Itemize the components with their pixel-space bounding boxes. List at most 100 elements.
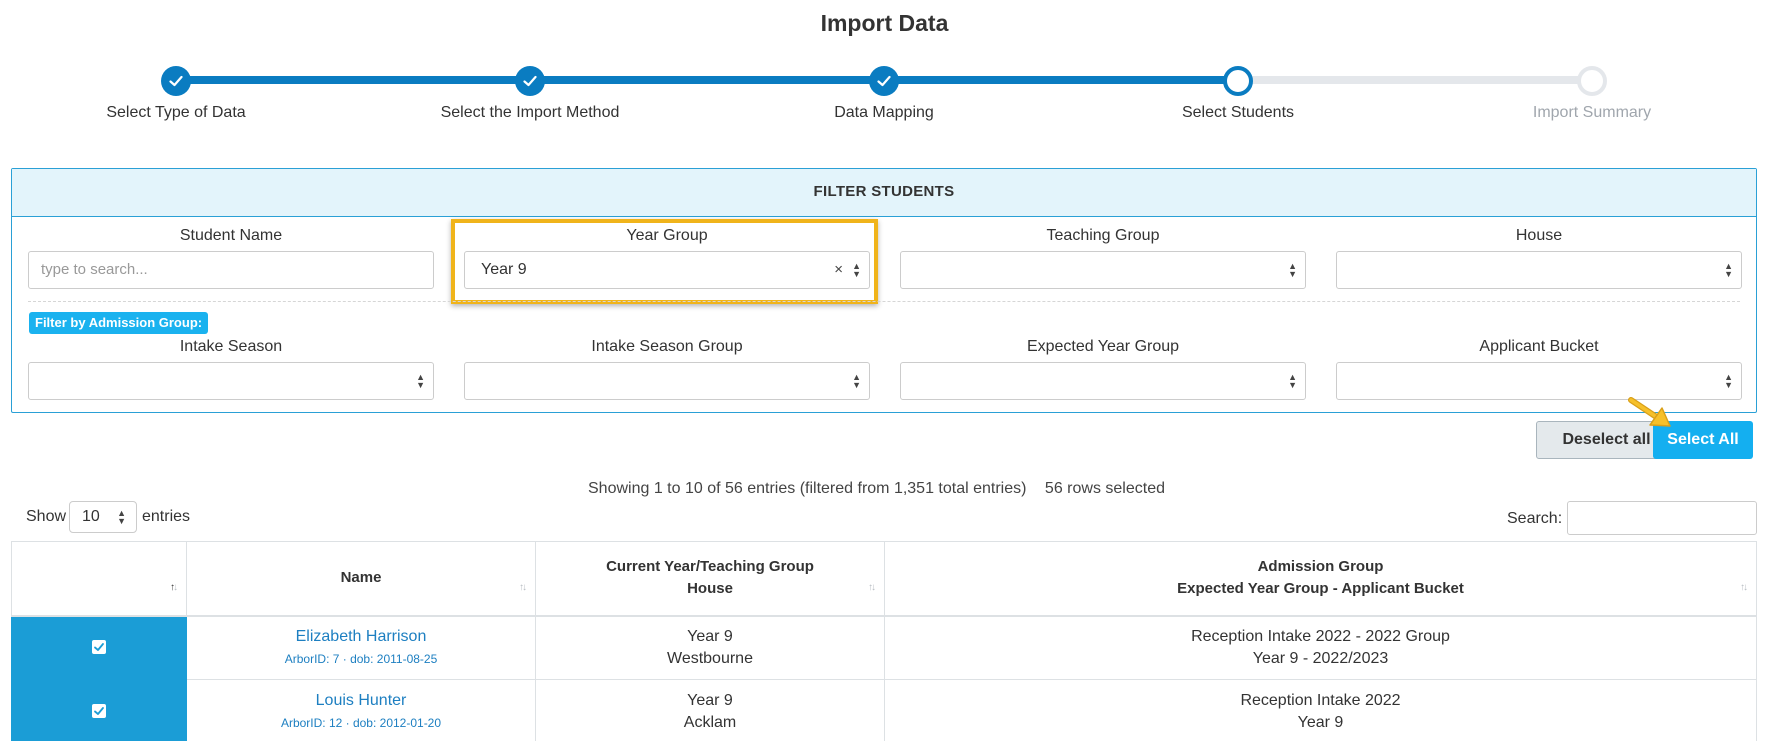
- sort-updown-icon: ▲ ▼: [416, 372, 425, 390]
- column-title: Name: [340, 569, 382, 587]
- entries-label: entries: [142, 508, 191, 525]
- filter-label: Year Group: [626, 227, 708, 244]
- year-group-value: Year 9: [687, 691, 733, 709]
- intake-season-filter: Intake Season ▲ ▼: [28, 338, 434, 400]
- sort-updown-icon: ▲ ▼: [852, 372, 861, 390]
- column-subtitle: Expected Year Group - Applicant Bucket: [1177, 580, 1464, 598]
- name-column-header[interactable]: Name ↑↓: [186, 541, 536, 617]
- current-step-indicator: [1223, 66, 1253, 96]
- intake-season-select[interactable]: ▲ ▼: [28, 362, 434, 400]
- sort-updown-icon: ▲ ▼: [1724, 372, 1733, 390]
- intake-season-group-filter: Intake Season Group ▲ ▼: [464, 338, 870, 400]
- current-group-cell: Year 9 Acklam: [535, 679, 885, 741]
- filter-header: FILTER STUDENTS: [12, 169, 1756, 217]
- filter-label: Teaching Group: [1046, 227, 1160, 244]
- sort-updown-icon: ▲ ▼: [1724, 261, 1733, 279]
- student-meta: ArborID: 12 · dob: 2012-01-20: [280, 715, 442, 730]
- column-title: Admission Group: [1257, 558, 1384, 576]
- rows-selected-text: 56 rows selected: [1044, 480, 1165, 497]
- table-search-input[interactable]: [1567, 501, 1757, 535]
- step-label: Import Summary: [1532, 104, 1652, 121]
- year-group-select[interactable]: Year 9 × ▲ ▼: [464, 251, 870, 289]
- checkbox-checked-icon[interactable]: [92, 703, 106, 718]
- table-row[interactable]: Elizabeth Harrison ArborID: 7 · dob: 201…: [11, 615, 1757, 680]
- step-label: Select Type of Data: [106, 104, 246, 121]
- table-header-row: ↑↓ Name ↑↓ Current Year/Teaching Group H…: [11, 541, 1757, 617]
- sort-updown-icon: ▲ ▼: [852, 261, 861, 279]
- expected-year-group-select[interactable]: ▲ ▼: [900, 362, 1306, 400]
- page-size-value: 10: [82, 508, 100, 525]
- page-title: Import Data: [820, 10, 949, 36]
- admission-group-column-header[interactable]: Admission Group Expected Year Group - Ap…: [884, 541, 1757, 617]
- table-info: Showing 1 to 10 of 56 entries (filtered …: [588, 480, 1165, 498]
- step-label: Data Mapping: [834, 104, 934, 121]
- pointer-arrow-icon: [1628, 397, 1671, 427]
- step-import-summary: Import Summary: [1432, 62, 1752, 122]
- divider: [28, 301, 1740, 302]
- house-filter: House ▲ ▼: [1336, 227, 1742, 289]
- students-table: ↑↓ Name ↑↓ Current Year/Teaching Group H…: [11, 541, 1757, 741]
- search-placeholder: type to search...: [41, 261, 148, 278]
- house-value: Acklam: [683, 713, 737, 731]
- page-size-select[interactable]: 10 ▲ ▼: [69, 501, 137, 533]
- sort-updown-icon: ▲ ▼: [1288, 261, 1297, 279]
- step-label: Select Students: [1181, 104, 1295, 121]
- table-row[interactable]: Louis Hunter ArborID: 12 · dob: 2012-01-…: [11, 679, 1757, 741]
- student-meta: ArborID: 7 · dob: 2011-08-25: [284, 651, 438, 666]
- filter-students-panel: FILTER STUDENTS Student Name type to sea…: [11, 168, 1757, 413]
- sort-icon: ↑↓: [1740, 581, 1748, 593]
- sort-updown-icon: ▲ ▼: [1288, 372, 1297, 390]
- pending-step-indicator: [1577, 66, 1607, 96]
- clear-icon[interactable]: ×: [834, 252, 843, 288]
- row-checkbox-cell[interactable]: [11, 615, 187, 680]
- column-subtitle: House: [687, 580, 733, 598]
- search-label: Search:: [1507, 510, 1563, 527]
- house-select[interactable]: ▲ ▼: [1336, 251, 1742, 289]
- applicant-bucket-select[interactable]: ▲ ▼: [1336, 362, 1742, 400]
- filter-label: Expected Year Group: [1026, 338, 1180, 355]
- expected-year-group-filter: Expected Year Group ▲ ▼: [900, 338, 1306, 400]
- check-icon: [869, 66, 899, 96]
- step-label: Select the Import Method: [440, 104, 620, 121]
- filter-label: House: [1515, 227, 1563, 244]
- step-data-mapping[interactable]: Data Mapping: [724, 62, 1044, 122]
- current-group-cell: Year 9 Westbourne: [535, 615, 885, 680]
- expected-year-value: Year 9: [1297, 713, 1344, 731]
- import-stepper: Select Type of Data Select the Import Me…: [0, 62, 1769, 122]
- check-icon: [161, 66, 191, 96]
- column-title: Current Year/Teaching Group: [606, 558, 814, 576]
- current-group-column-header[interactable]: Current Year/Teaching Group House ↑↓: [535, 541, 885, 617]
- student-name-link[interactable]: Louis Hunter: [187, 690, 535, 712]
- filter-label: Applicant Bucket: [1479, 338, 1599, 355]
- step-select-students: Select Students: [1078, 62, 1398, 122]
- sort-icon: ↑↓: [868, 581, 876, 593]
- name-cell: Elizabeth Harrison ArborID: 7 · dob: 201…: [186, 615, 536, 680]
- admission-group-cell: Reception Intake 2022 Year 9: [884, 679, 1757, 741]
- student-name-link[interactable]: Elizabeth Harrison: [187, 626, 535, 648]
- intake-season-group-select[interactable]: ▲ ▼: [464, 362, 870, 400]
- admission-group-value: Reception Intake 2022: [1240, 691, 1401, 709]
- filter-label: Student Name: [179, 227, 283, 244]
- teaching-group-filter: Teaching Group ▲ ▼: [900, 227, 1306, 289]
- student-name-filter: Student Name type to search...: [28, 227, 434, 289]
- filter-label: Intake Season Group: [591, 338, 743, 355]
- expected-year-value: Year 9 - 2022/2023: [1252, 649, 1389, 667]
- checkbox-checked-icon[interactable]: [92, 639, 106, 654]
- house-value: Westbourne: [667, 649, 753, 667]
- admission-group-value: Reception Intake 2022 - 2022 Group: [1191, 627, 1450, 645]
- student-name-input[interactable]: type to search...: [28, 251, 434, 289]
- year-group-value: Year 9: [687, 627, 733, 645]
- applicant-bucket-filter: Applicant Bucket ▲ ▼: [1336, 338, 1742, 400]
- check-icon: [515, 66, 545, 96]
- sort-icon: ↑↓: [519, 581, 527, 593]
- show-label: Show: [26, 508, 67, 525]
- step-import-method[interactable]: Select the Import Method: [370, 62, 690, 122]
- select-column-header[interactable]: ↑↓: [11, 541, 187, 617]
- step-select-type[interactable]: Select Type of Data: [16, 62, 336, 122]
- admission-group-badge: Filter by Admission Group:: [29, 312, 209, 334]
- year-group-filter: Year Group Year 9 × ▲ ▼: [464, 227, 870, 289]
- sort-icon: ↑↓: [170, 581, 178, 593]
- row-checkbox-cell[interactable]: [11, 679, 187, 741]
- teaching-group-select[interactable]: ▲ ▼: [900, 251, 1306, 289]
- selected-value: Year 9: [481, 261, 527, 278]
